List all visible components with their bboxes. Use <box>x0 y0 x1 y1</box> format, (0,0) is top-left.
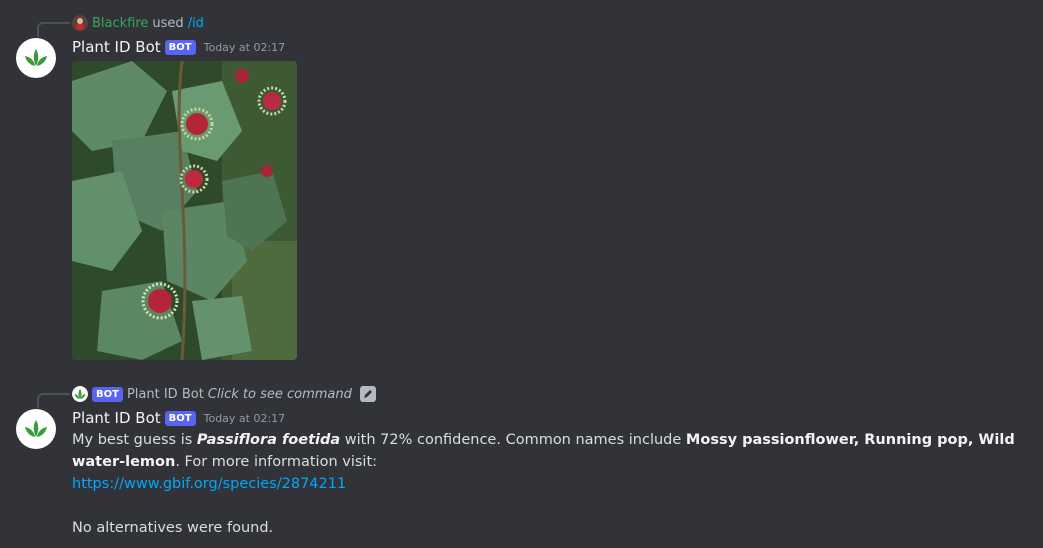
reply-used-text: used <box>152 15 184 31</box>
message-header-1: Plant ID Bot BOT Today at 02:17 <box>72 38 285 56</box>
author-name[interactable]: Plant ID Bot <box>72 38 161 56</box>
bot-tag: BOT <box>164 410 196 426</box>
bot-avatar[interactable] <box>16 38 56 78</box>
confidence-text: with 72% confidence. Common names includ… <box>340 432 686 448</box>
user-avatar-icon[interactable] <box>72 15 88 31</box>
bot-tag: BOT <box>92 386 123 402</box>
command-reply-row-1[interactable]: Blackfire used /id <box>72 15 204 31</box>
bot-avatar[interactable] <box>16 409 56 449</box>
identification-paragraph: My best guess is Passiflora foetida with… <box>72 429 1040 473</box>
plant-logo-icon <box>25 49 47 66</box>
plant-logo-icon <box>25 420 47 437</box>
edit-icon[interactable] <box>359 386 376 402</box>
alternatives-text: No alternatives were found. <box>72 520 274 536</box>
timestamp[interactable]: Today at 02:17 <box>204 412 286 425</box>
timestamp[interactable]: Today at 02:17 <box>204 41 286 54</box>
more-info-text: . For more information visit: <box>175 454 378 470</box>
gbif-link[interactable]: https://www.gbif.org/species/2874211 <box>72 476 346 492</box>
message-content: My best guess is Passiflora foetida with… <box>72 429 1040 539</box>
reply-connector <box>37 22 70 37</box>
command-reply-row-2[interactable]: BOT Plant ID Bot Click to see command <box>72 386 376 402</box>
message-header-2: Plant ID Bot BOT Today at 02:17 <box>72 409 285 427</box>
author-name[interactable]: Plant ID Bot <box>72 409 161 427</box>
species-name: Passiflora foetida <box>196 432 341 448</box>
click-to-see-command[interactable]: Click to see command <box>208 387 352 402</box>
plant-logo-icon[interactable] <box>72 386 88 402</box>
reply-command-link[interactable]: /id <box>188 16 204 31</box>
bot-tag: BOT <box>164 39 196 55</box>
plant-photo[interactable] <box>72 61 297 360</box>
reply-connector <box>37 393 70 408</box>
reply-username[interactable]: Blackfire <box>92 16 148 31</box>
reply-author[interactable]: Plant ID Bot <box>127 387 204 402</box>
intro-text: My best guess is <box>72 432 197 448</box>
